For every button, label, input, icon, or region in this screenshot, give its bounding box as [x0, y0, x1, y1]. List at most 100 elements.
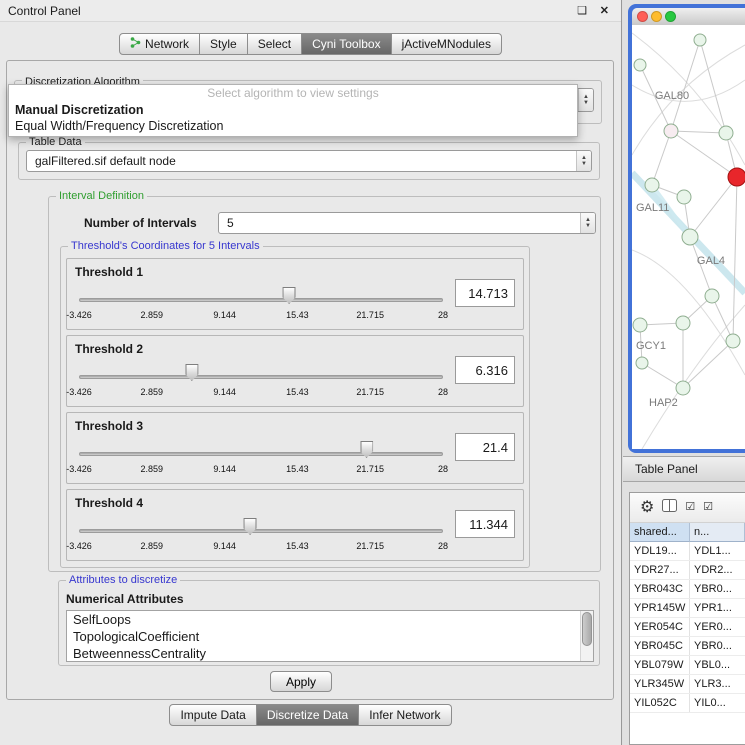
tab-style[interactable]: Style — [200, 33, 248, 55]
combo-stepper-icon[interactable]: ▲▼ — [580, 213, 595, 233]
table-header-row: shared... n... — [630, 523, 745, 542]
tick-label: 9.144 — [213, 310, 236, 320]
tab-label: Discretize Data — [267, 708, 348, 722]
algorithm-option[interactable]: Manual Discretization — [9, 102, 577, 118]
algorithm-popup-list: Manual DiscretizationEqual Width/Frequen… — [9, 102, 577, 134]
network-graph[interactable]: GAL80GAL11GAL4GCY1HAP2 — [632, 25, 745, 449]
network-window: GAL80GAL11GAL4GCY1HAP2 — [628, 4, 745, 453]
threshold-value-field[interactable]: 6.316 — [455, 356, 515, 384]
threshold-slider[interactable]: -3.4262.8599.14415.4321.71528 — [79, 362, 443, 404]
tick-label: 9.144 — [213, 541, 236, 551]
apply-button[interactable]: Apply — [270, 671, 332, 692]
table-cell: YER0... — [690, 618, 745, 636]
tab-discretize-data[interactable]: Discretize Data — [257, 704, 359, 726]
table-row[interactable]: YDL19...YDL1... — [630, 542, 745, 561]
tab-label: Network — [145, 37, 189, 51]
tick-label: 2.859 — [141, 310, 164, 320]
combo-stepper-icon[interactable]: ▲▼ — [576, 151, 591, 171]
network-node[interactable] — [719, 126, 733, 140]
threshold-value-field[interactable]: 11.344 — [455, 510, 515, 538]
select-none-icon[interactable]: ☑ — [703, 502, 713, 513]
minimize-button[interactable] — [651, 11, 662, 22]
network-node[interactable] — [636, 357, 648, 369]
float-window-icon[interactable]: ❑ — [577, 4, 587, 17]
table-toolbar: ⚙ ☑ ☑ — [630, 493, 745, 523]
table-row[interactable]: YPR145WYPR1... — [630, 599, 745, 618]
table-cell: YDL19... — [630, 542, 690, 560]
columns-icon[interactable] — [662, 499, 677, 516]
list-item[interactable]: SelfLoops — [67, 611, 593, 628]
tab-label: Select — [258, 37, 291, 51]
algorithm-option[interactable]: Equal Width/Frequency Discretization — [9, 118, 577, 134]
tab-label: Cyni Toolbox — [312, 37, 380, 51]
tab-infer-network[interactable]: Infer Network — [359, 704, 451, 726]
slider-ticks: -3.4262.8599.14415.4321.71528 — [79, 464, 443, 476]
network-node[interactable] — [728, 168, 745, 186]
select-all-icon[interactable]: ☑ — [685, 502, 695, 513]
tab-cyni-toolbox[interactable]: Cyni Toolbox — [302, 33, 391, 55]
table-data-combobox[interactable]: galFiltered.sif default node ▲▼ — [26, 150, 592, 172]
network-node[interactable] — [694, 34, 706, 46]
network-node[interactable] — [676, 316, 690, 330]
tab-network[interactable]: Network — [119, 33, 200, 55]
threshold-slider[interactable]: -3.4262.8599.14415.4321.71528 — [79, 516, 443, 558]
zoom-button[interactable] — [665, 11, 676, 22]
table-cell: YPR1... — [690, 599, 745, 617]
threshold-value-field[interactable]: 21.4 — [455, 433, 515, 461]
tick-label: 21.715 — [356, 464, 384, 474]
number-of-intervals-label: Number of Intervals — [84, 216, 197, 230]
table-row[interactable]: YBL079WYBL0... — [630, 656, 745, 675]
tick-label: 2.859 — [141, 464, 164, 474]
tab-jactivemnodules[interactable]: jActiveMNodules — [392, 33, 502, 55]
network-node[interactable] — [633, 318, 647, 332]
network-node[interactable] — [677, 190, 691, 204]
threshold-slider[interactable]: -3.4262.8599.14415.4321.71528 — [79, 285, 443, 327]
network-node[interactable] — [676, 381, 690, 395]
network-node[interactable] — [634, 59, 646, 71]
table-cell: YDR27... — [630, 561, 690, 579]
slider-track — [79, 529, 443, 533]
slider-track — [79, 452, 443, 456]
close-icon[interactable]: ✕ — [600, 4, 609, 17]
list-scrollbar[interactable] — [580, 611, 593, 661]
tick-label: 9.144 — [213, 464, 236, 474]
node-label: GAL80 — [655, 90, 689, 102]
table-row[interactable]: YIL052CYIL0... — [630, 694, 745, 713]
threshold-panel: Threshold 2-3.4262.8599.14415.4321.71528… — [66, 335, 524, 407]
network-node[interactable] — [645, 178, 659, 192]
list-item[interactable]: BetweennessCentrality — [67, 645, 593, 662]
gear-icon[interactable]: ⚙ — [640, 500, 654, 516]
network-canvas[interactable]: GAL80GAL11GAL4GCY1HAP2 — [632, 25, 745, 449]
list-item[interactable]: TopologicalCoefficient — [67, 628, 593, 645]
network-node[interactable] — [726, 334, 740, 348]
close-button[interactable] — [637, 11, 648, 22]
threshold-value-field[interactable]: 14.713 — [455, 279, 515, 307]
table-panel-header: Table Panel — [623, 456, 745, 482]
column-header-name[interactable]: n... — [690, 523, 745, 542]
network-node[interactable] — [682, 229, 698, 245]
tab-label: jActiveMNodules — [402, 37, 491, 51]
scrollbar-thumb[interactable] — [582, 612, 592, 646]
slider-track — [79, 375, 443, 379]
numerical-attributes-label: Numerical Attributes — [66, 592, 184, 606]
network-node[interactable] — [705, 289, 719, 303]
popup-placeholder: Select algorithm to view settings — [9, 85, 577, 102]
tab-impute-data[interactable]: Impute Data — [169, 704, 256, 726]
tab-select[interactable]: Select — [248, 33, 302, 55]
tick-label: 21.715 — [356, 310, 384, 320]
thresholds-group-title: Threshold's Coordinates for 5 Intervals — [68, 240, 263, 252]
table-row[interactable]: YBR043CYBR0... — [630, 580, 745, 599]
threshold-slider[interactable]: -3.4262.8599.14415.4321.71528 — [79, 439, 443, 481]
table-row[interactable]: YBR045CYBR0... — [630, 637, 745, 656]
table-row[interactable]: YDR27...YDR2... — [630, 561, 745, 580]
number-of-intervals-combobox[interactable]: 5 ▲▼ — [218, 212, 596, 234]
tick-label: 2.859 — [141, 387, 164, 397]
table-panel-title: Table Panel — [635, 462, 698, 476]
table-widget: ⚙ ☑ ☑ shared... n... YDL19...YDL1...YDR27.… — [629, 492, 745, 745]
column-header-shared[interactable]: shared... — [630, 523, 690, 542]
combo-stepper-icon[interactable]: ▲▼ — [578, 89, 593, 111]
table-row[interactable]: YLR345WYLR3... — [630, 675, 745, 694]
table-row[interactable]: YER054CYER0... — [630, 618, 745, 637]
table-cell: YBR043C — [630, 580, 690, 598]
network-node[interactable] — [664, 124, 678, 138]
